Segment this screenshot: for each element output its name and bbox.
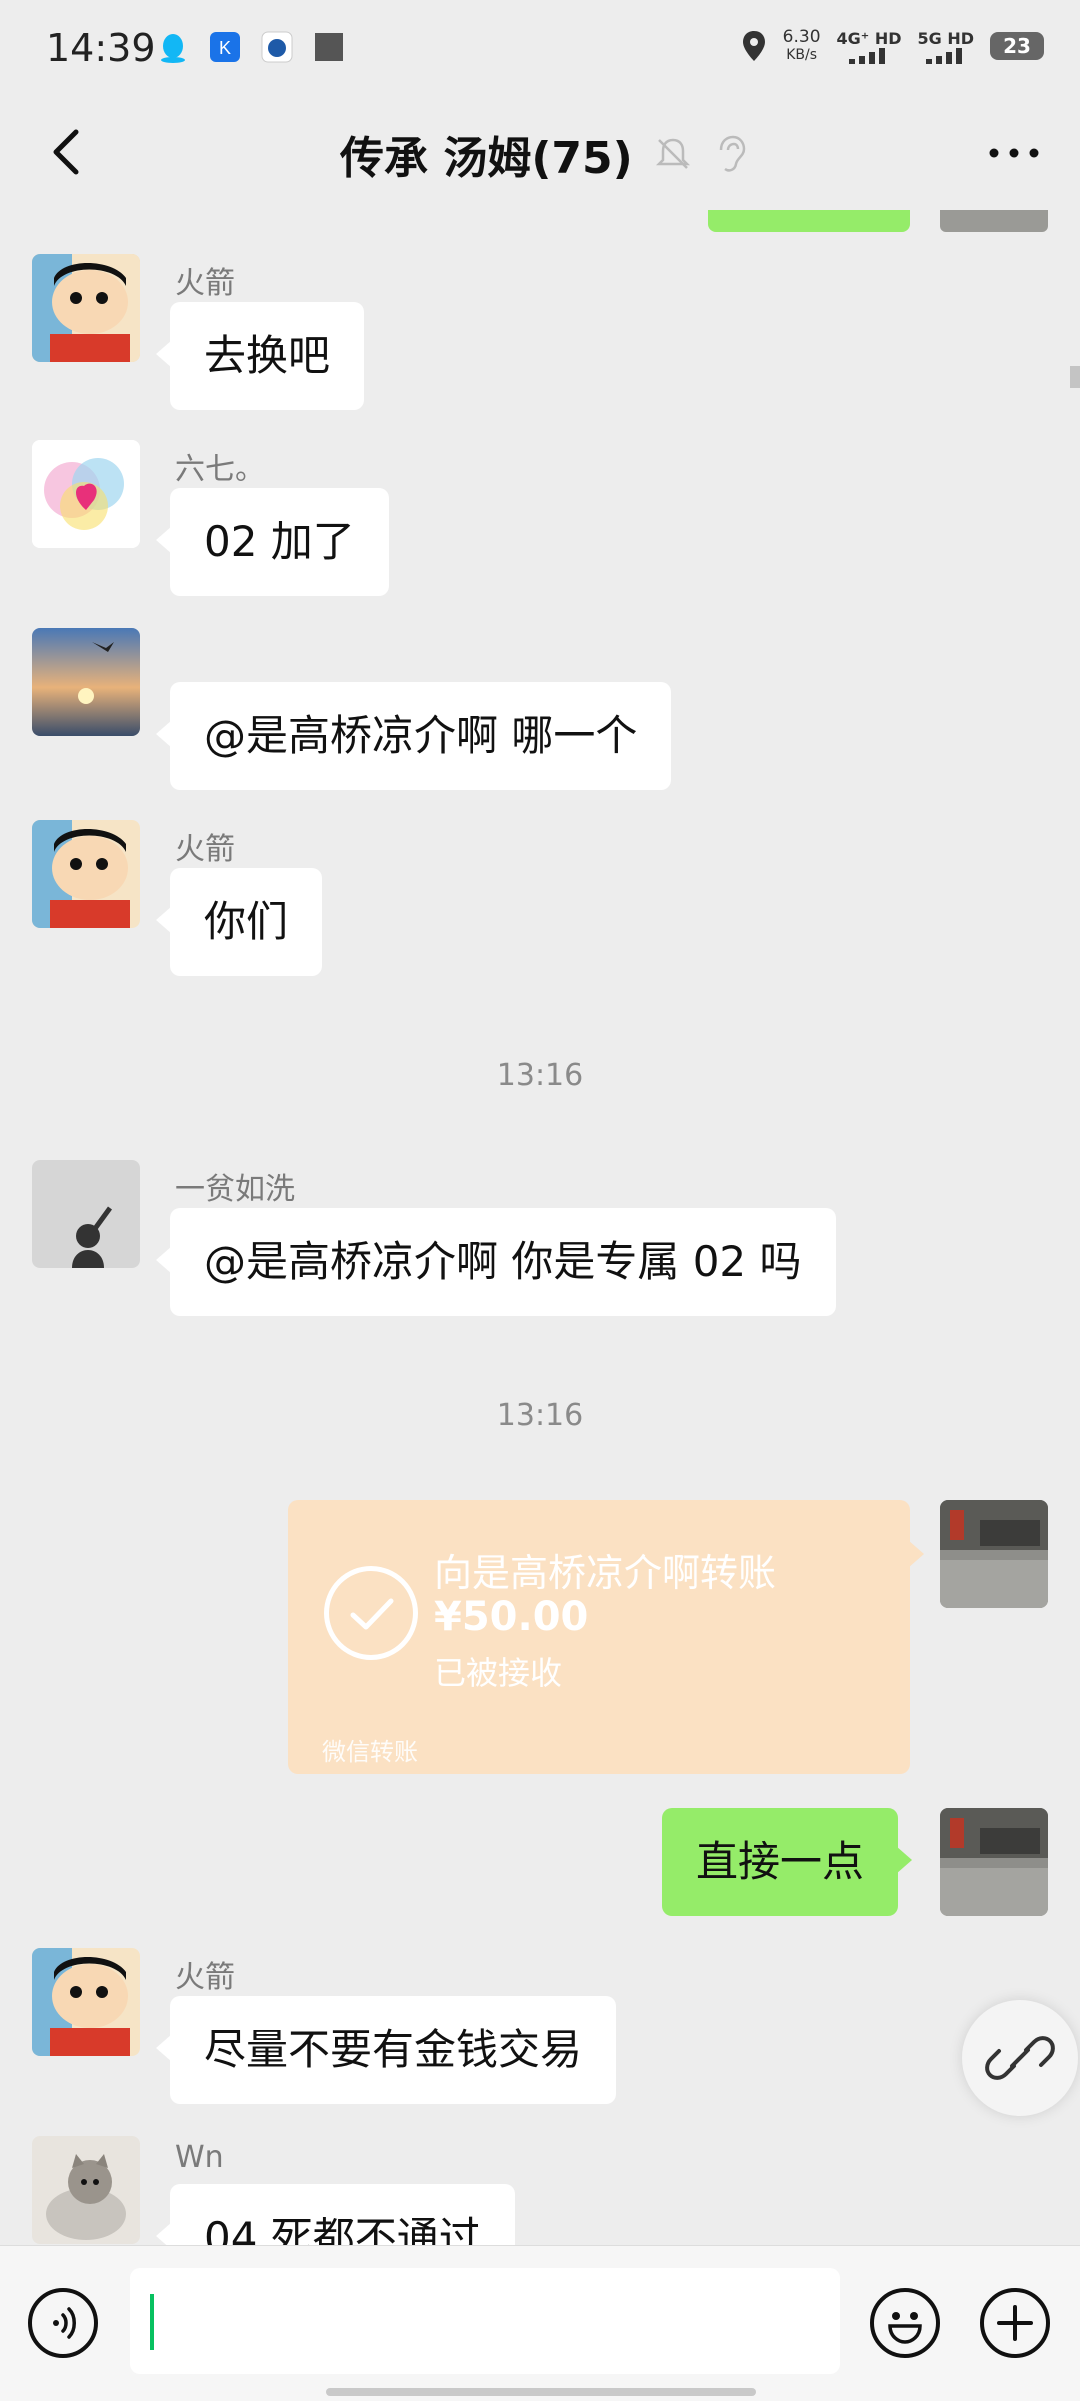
sender-name: 一贫如洗 (175, 1172, 295, 1207)
app-bird-icon (261, 31, 293, 63)
message-bubble[interactable]: 你们 (155, 868, 323, 976)
partial-self-bubble (708, 210, 910, 232)
status-bar: 14:39 K 6.30 KB/s 4G⁺ HD 5G HD 23 (0, 0, 1080, 100)
chat-header: 传承 汤姆(75) (0, 100, 1080, 210)
transfer-amount: ¥50.00 (434, 1594, 589, 1640)
message-input[interactable] (130, 2268, 840, 2374)
timestamp: 13:16 (496, 1058, 584, 1093)
signal-icon (925, 47, 962, 64)
self-avatar-icon (940, 1500, 1048, 1608)
avatar[interactable] (32, 2136, 140, 2244)
net-speed-value: 6.30 (782, 27, 821, 47)
svg-text:K: K (219, 38, 231, 58)
self-message-bubble[interactable]: 直接一点 (662, 1808, 913, 1916)
voice-button[interactable] (28, 2288, 98, 2358)
plus-icon (997, 2305, 1033, 2341)
timestamp: 13:16 (496, 1398, 584, 1433)
notification-icons: K (156, 30, 346, 64)
message-bubble[interactable]: 04 死都不通过 (156, 2184, 515, 2245)
sunset-avatar-icon (32, 628, 140, 736)
transfer-footer: 微信转账 (322, 1738, 418, 1766)
transfer-status: 已被接收 (434, 1654, 563, 1692)
back-icon[interactable] (38, 122, 98, 182)
sender-name: 火箭 (175, 1960, 235, 1995)
sim2-signal: 5G HD (917, 29, 974, 64)
net-speed: 6.30 KB/s (783, 28, 821, 64)
self-avatar[interactable] (940, 1808, 1048, 1916)
ear-icon (719, 135, 746, 172)
location-icon (742, 31, 765, 61)
net-speed-unit: KB/s (786, 47, 817, 63)
more-icon[interactable] (984, 138, 1044, 168)
avatar[interactable] (32, 1948, 140, 2056)
status-right: 6.30 KB/s 4G⁺ HD 5G HD 23 (741, 28, 1044, 64)
message-bubble[interactable]: 去换吧 (155, 302, 365, 410)
emoji-icon (888, 2312, 922, 2344)
cat-avatar-icon (32, 2136, 140, 2244)
plus-button[interactable] (980, 2288, 1050, 2358)
mute-bell-icon (655, 138, 690, 169)
self-avatar[interactable] (940, 1500, 1048, 1608)
avatar[interactable] (32, 254, 140, 362)
app-k-icon: K (210, 32, 240, 62)
chat-title[interactable]: 传承 汤姆(75) (340, 122, 633, 186)
sim1-signal: 4G⁺ HD (836, 28, 902, 64)
text-cursor (150, 2294, 154, 2350)
sender-name: Wn (175, 2140, 224, 2175)
battery-icon: 23 (990, 32, 1044, 60)
cartoon-avatar-icon (32, 254, 140, 362)
voice-icon (53, 2307, 76, 2339)
heart-paint-avatar-icon (32, 440, 140, 548)
title-wrap: 传承 汤姆(75) (340, 122, 749, 186)
avatar[interactable] (32, 820, 140, 928)
avatar[interactable] (32, 1160, 140, 1268)
message-bubble[interactable]: 02 加了 (156, 488, 389, 596)
avatar[interactable] (32, 440, 140, 548)
transfer-card[interactable]: 向是高桥凉介啊转账 ¥50.00 已被接收 微信转账 (288, 1500, 924, 1774)
sim1-label: 4G⁺ HD (836, 28, 902, 48)
silhouette-avatar-icon (32, 1160, 140, 1268)
avatar[interactable] (32, 628, 140, 736)
sender-name: 六七。 (175, 452, 265, 487)
check-circle-icon (324, 1566, 418, 1660)
message-bubble[interactable]: @是高桥凉介啊 哪一个 (155, 682, 672, 790)
app-square-icon (315, 33, 343, 61)
qq-icon (161, 34, 185, 63)
status-time: 14:39 (46, 26, 156, 70)
message-bubble[interactable]: @是高桥凉介啊 你是专属 02 吗 (156, 1208, 836, 1316)
message-bubble[interactable]: 尽量不要有金钱交易 (155, 1996, 617, 2104)
chat-area: 火箭 去换吧 六七。 02 加了 @是高桥凉介啊 哪一个 火箭 你们 13:16… (0, 210, 1080, 2245)
signal-icon (849, 47, 885, 64)
self-avatar-icon (940, 1808, 1048, 1916)
sender-name: 火箭 (175, 266, 235, 301)
cartoon-avatar-icon (32, 820, 140, 928)
transfer-title: 向是高桥凉介啊转账 (434, 1551, 777, 1595)
sender-name: 火箭 (175, 832, 235, 867)
partial-self-avatar (940, 210, 1048, 232)
link-icon (985, 2036, 1055, 2080)
emoji-button[interactable] (870, 2288, 940, 2358)
cartoon-avatar-icon (32, 1948, 140, 2056)
link-button[interactable] (962, 2000, 1078, 2116)
sim2-label: 5G HD (917, 28, 974, 48)
input-bar (0, 2245, 1080, 2401)
home-indicator[interactable] (326, 2388, 756, 2396)
